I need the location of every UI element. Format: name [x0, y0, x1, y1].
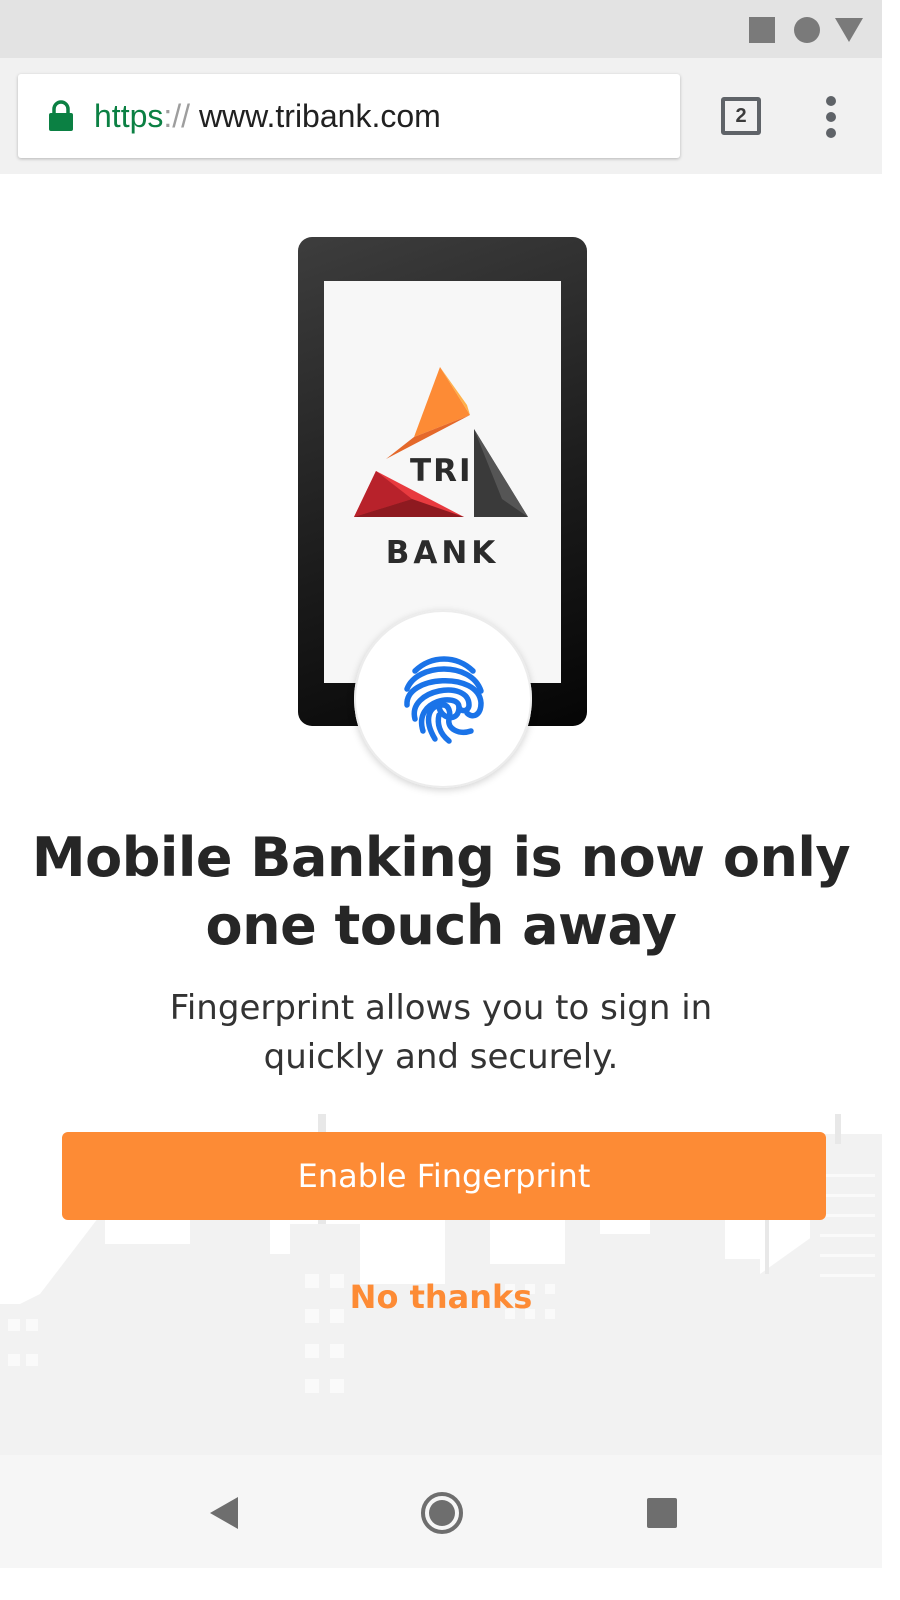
- main-content: TRI BANK Mobile Banking is now only one …: [0, 174, 882, 1455]
- fingerprint-badge: [354, 610, 532, 788]
- home-icon[interactable]: [421, 1492, 463, 1534]
- navigation-bar: [0, 1455, 882, 1568]
- url-host: www.tribank.com: [190, 98, 441, 134]
- address-bar[interactable]: https:// www.tribank.com: [18, 74, 680, 158]
- enable-fingerprint-button[interactable]: Enable Fingerprint: [62, 1132, 826, 1220]
- back-icon[interactable]: [210, 1497, 238, 1529]
- page-title: Mobile Banking is now only one touch awa…: [31, 826, 851, 957]
- browser-toolbar: https:// www.tribank.com 2: [0, 58, 882, 174]
- url-text: https:// www.tribank.com: [94, 94, 441, 138]
- no-thanks-button[interactable]: No thanks: [300, 1274, 582, 1320]
- url-separator: ://: [163, 98, 191, 134]
- screen: https:// www.tribank.com 2 TRI BANK Mobi…: [0, 0, 882, 1568]
- square-status-icon: [749, 17, 775, 43]
- more-vert-icon[interactable]: [818, 96, 846, 138]
- fingerprint-icon: [404, 656, 484, 744]
- tribank-logo: [354, 367, 528, 517]
- logo-tri-text: TRI: [410, 453, 473, 489]
- status-bar: [0, 0, 882, 58]
- lock-icon: [49, 100, 73, 131]
- tab-switcher-button[interactable]: 2: [721, 97, 761, 135]
- page-subtitle: Fingerprint allows you to sign in quickl…: [169, 988, 713, 1077]
- circle-status-icon: [794, 17, 820, 43]
- logo-bank-text: BANK: [385, 535, 500, 571]
- triangle-status-icon: [835, 18, 863, 42]
- recents-icon[interactable]: [647, 1498, 677, 1528]
- url-scheme: https: [94, 98, 164, 134]
